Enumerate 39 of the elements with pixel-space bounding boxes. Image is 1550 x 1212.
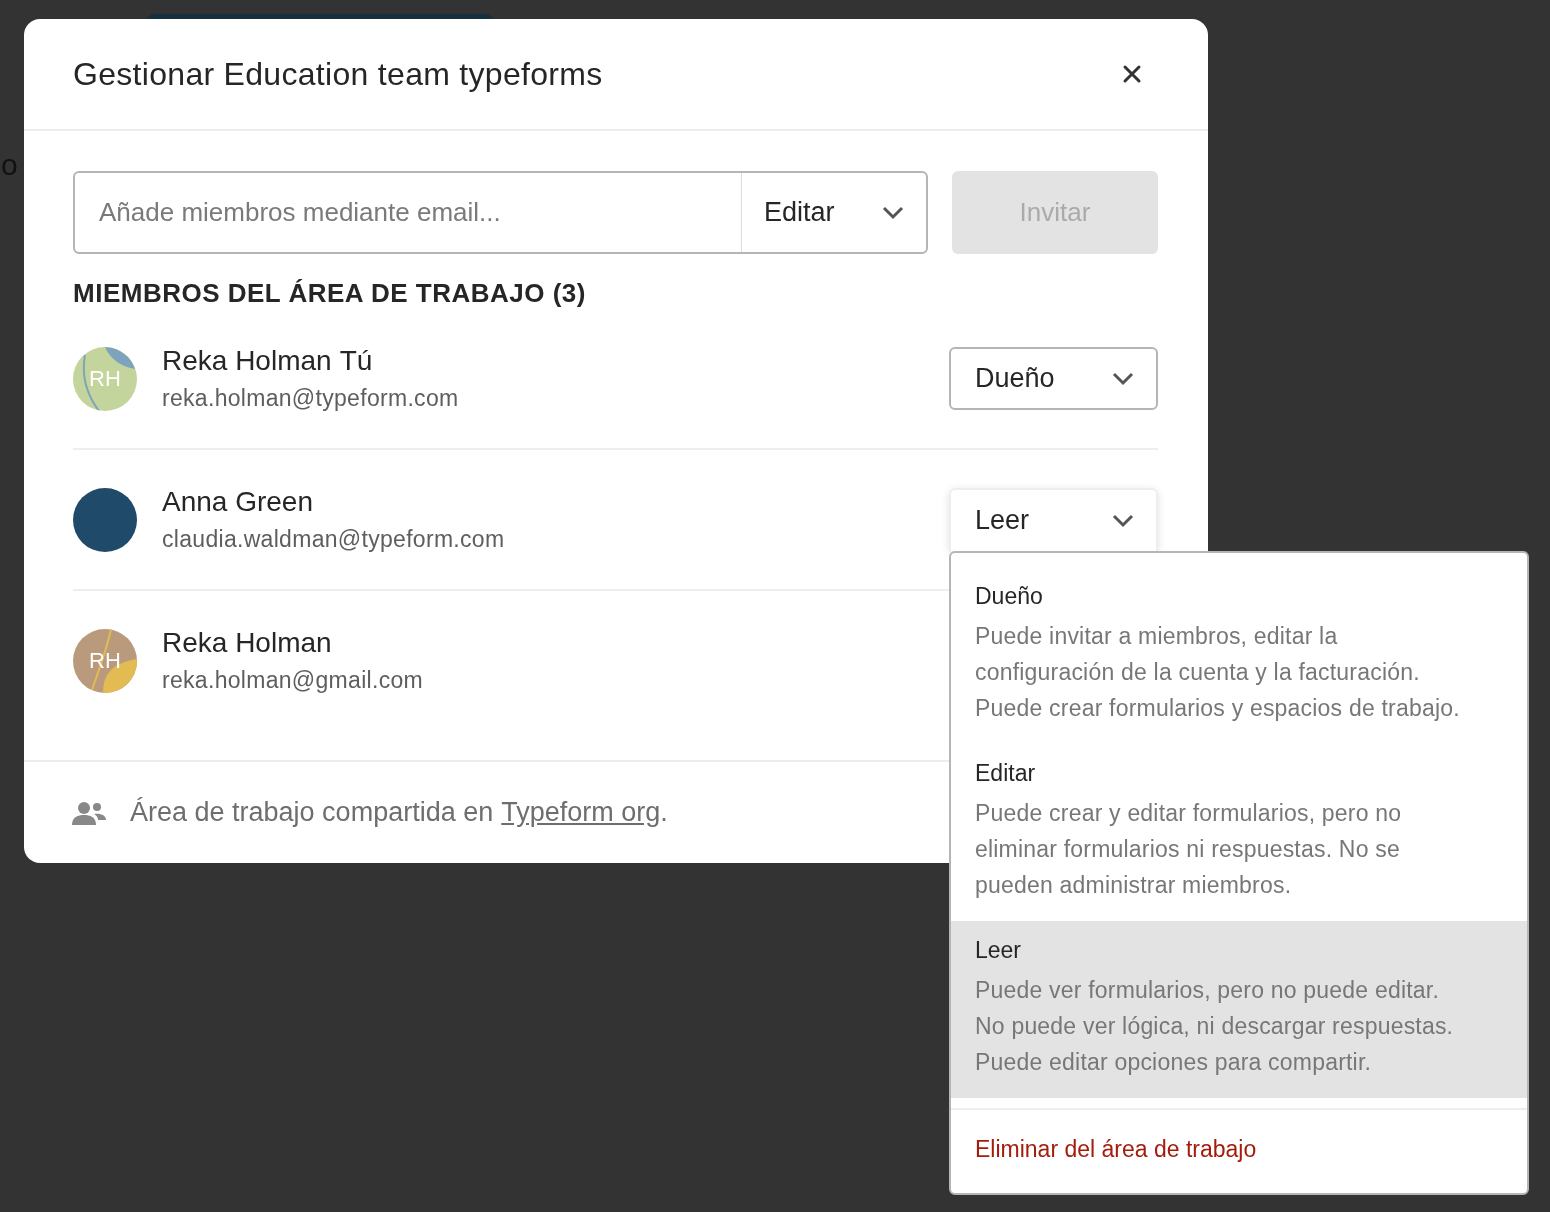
option-title: Dueño [975,583,1044,610]
organization-link[interactable]: Typeform org [501,797,661,828]
option-description: pueden administrar miembros. [975,871,1293,900]
option-description: eliminar formularios ni respuestas. No se [975,835,1401,864]
role-option[interactable]: Dueño Puede invitar a miembros, editar la configuración de la cuenta y la facturación. Puede crear formularios y espacios de trabajo. [951,567,1527,744]
option-description: Puede invitar a miembros, editar la [975,622,1339,651]
member-name: Anna Green [162,486,313,518]
role-option[interactable]: Leer Puede ver formularios, pero no puede editar. No puede ver lógica, ni descargar respuestas. Puede editar opciones para compartir. [951,921,1527,1098]
invite-field[interactable]: Añade miembros mediante email... Editar [73,171,928,254]
role-option[interactable]: Editar Puede crear y editar formularios, pero no eliminar formularios ni respuestas. No se pueden administrar miembros. [951,744,1527,921]
avatar: RH [73,628,137,693]
shared-text: Área de trabajo compartida en [130,797,494,828]
avatar: RH [73,346,137,411]
people-icon [72,800,106,825]
option-description: Puede crear y editar formularios, pero no [975,799,1403,828]
chevron-down-icon [1112,513,1134,528]
option-description: Puede crear formularios y espacios de trabajo. [975,694,1461,723]
role-dropdown[interactable]: Editar [742,197,926,228]
period-text: . [660,797,668,828]
chevron-down-icon [882,205,904,220]
email-input[interactable]: Añade miembros mediante email... [75,173,742,252]
role-select[interactable]: Dueño [949,347,1158,410]
you-label: Tú [339,345,373,377]
option-description: Puede editar opciones para compartir. [975,1048,1373,1077]
chevron-down-icon [1112,371,1134,386]
member-name: Reka Holman [162,345,332,377]
dialog-title: Gestionar Education team typeforms [73,55,603,93]
option-description: Puede ver formularios, pero no puede editar. [975,976,1440,1005]
remove-member-item[interactable]: Eliminar del área de trabajo [951,1108,1527,1193]
option-title: Leer [975,937,1023,964]
member-name: Reka Holman [162,627,332,659]
option-description: configuración de la cuenta y la facturación. [975,658,1421,687]
option-title: Editar [975,760,1037,787]
member-email: reka.holman@typeform.com [162,385,459,412]
member-email: claudia.waldman@typeform.com [162,526,505,553]
member-email: reka.holman@gmail.com [162,667,424,694]
option-description: No puede ver lógica, ni descargar respuestas. [975,1012,1455,1041]
members-heading: MIEMBROS DEL ÁREA DE TRABAJO (3) [73,278,587,309]
close-icon[interactable] [1122,64,1142,84]
